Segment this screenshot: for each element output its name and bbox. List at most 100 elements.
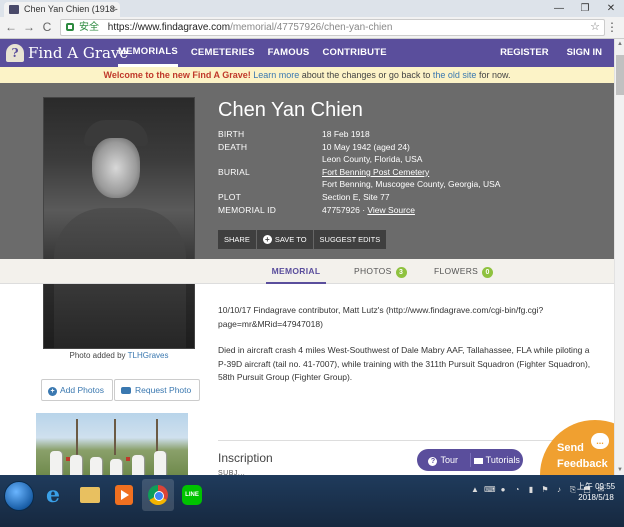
line-taskbar-icon[interactable]: LINE <box>176 479 208 511</box>
sign-in-link[interactable]: SIGN IN <box>567 39 602 67</box>
inscription-heading: Inscription <box>218 451 273 465</box>
banner-mid-text: about the changes or go back to <box>301 70 431 80</box>
nav-memorials[interactable]: MEMORIALS <box>118 39 178 67</box>
browser-menu-icon[interactable]: ⋮ <box>606 20 618 34</box>
banner-welcome: Welcome to the new Find A Grave! <box>103 70 251 80</box>
photo-caption-prefix: Photo added by <box>69 351 126 360</box>
line-icon: LINE <box>182 485 202 505</box>
cemetery-photo[interactable] <box>36 413 188 475</box>
keyboard-icon[interactable]: ⌨ <box>484 485 496 495</box>
reload-icon[interactable]: C <box>40 20 54 34</box>
tour-label: Tour <box>440 455 458 465</box>
flag-icon[interactable]: ⚑ <box>540 485 550 495</box>
volume-icon[interactable]: ♪ <box>554 485 564 495</box>
chrome-taskbar-icon[interactable] <box>142 479 174 511</box>
chat-bubble-icon: ... <box>591 433 609 449</box>
browser-tab[interactable]: Chen Yan Chien (1918- × <box>4 2 120 17</box>
fact-row: DEATH 10 May 1942 (aged 24) <box>218 141 500 154</box>
media-player-taskbar-icon[interactable] <box>108 479 140 511</box>
fact-value: 10 May 1942 (aged 24) <box>322 141 410 152</box>
play-icon <box>115 485 133 505</box>
nav-contribute[interactable]: CONTRIBUTE <box>322 39 386 67</box>
headstone <box>70 455 82 475</box>
tutorials-button[interactable]: Tutorials <box>471 449 524 471</box>
plus-circle-icon: + <box>262 235 272 244</box>
suggest-edits-button[interactable]: SUGGEST EDITS <box>314 230 387 249</box>
memorial-name: Chen Yan Chien <box>218 99 363 121</box>
tour-button[interactable]: ? Tour <box>417 449 470 471</box>
fact-row: Fort Benning, Muscogee County, Georgia, … <box>218 178 500 191</box>
tab-photos-label: PHOTOS <box>354 266 392 276</box>
register-link[interactable]: REGISTER <box>500 39 549 67</box>
url-input[interactable]: 安全 https://www.findagrave.com/memorial/4… <box>60 19 605 36</box>
ie-taskbar-icon[interactable]: e <box>40 479 72 511</box>
fact-label <box>218 153 322 166</box>
request-photo-button[interactable]: Request Photo <box>114 379 201 401</box>
fact-value: Fort Benning, Muscogee County, Georgia, … <box>322 179 501 190</box>
ie-icon: e <box>46 482 60 508</box>
battery-icon[interactable]: ▮ <box>526 485 536 495</box>
window-controls: — ❐ ✕ <box>546 0 624 17</box>
nav-cemeteries[interactable]: CEMETERIES <box>191 39 255 67</box>
minimize-button[interactable]: — <box>546 0 572 17</box>
scroll-down-icon[interactable]: ▼ <box>615 465 624 475</box>
bookmark-star-icon[interactable]: ☆ <box>590 20 600 35</box>
fact-label: BURIAL <box>218 166 250 177</box>
maximize-button[interactable]: ❐ <box>572 0 598 17</box>
url-path: /memorial/47757926/chen-yan-chien <box>230 22 393 33</box>
address-bar-row: ← → C 安全 https://www.findagrave.com/memo… <box>0 17 624 39</box>
start-button[interactable] <box>4 481 34 511</box>
tab-memorial[interactable]: MEMORIAL <box>266 259 326 284</box>
fact-label: BIRTH <box>218 129 245 139</box>
save-to-label: SAVE TO <box>274 235 307 244</box>
old-site-link[interactable]: the old site <box>433 70 477 80</box>
tab-photos[interactable]: PHOTOS 3 <box>354 259 407 284</box>
fact-value: 18 Feb 1918 <box>322 129 370 139</box>
lock-icon <box>66 23 74 31</box>
help-pill: ? Tour Tutorials <box>417 449 523 471</box>
tab-title: Chen Yan Chien (1918- <box>24 4 118 14</box>
explorer-taskbar-icon[interactable] <box>74 479 106 511</box>
learn-more-link[interactable]: Learn more <box>253 70 299 80</box>
page-scrollbar[interactable]: ▲ ▼ <box>614 39 624 475</box>
findagrave-logo[interactable]: ? Find A Grave <box>6 43 128 63</box>
tab-close-icon[interactable]: × <box>111 2 116 17</box>
scrollbar-thumb[interactable] <box>616 55 624 95</box>
memorial-tabs: MEMORIAL PHOTOS 3 FLOWERS 0 <box>0 259 614 284</box>
add-photos-button[interactable]: + Add Photos <box>41 379 113 401</box>
memorial-id-value: 47757926 <box>322 204 360 215</box>
memorial-id-label: MEMORIAL ID <box>218 204 277 215</box>
cemetery-link[interactable]: Fort Benning Post Cemetery <box>322 167 429 177</box>
tray-app-icon[interactable]: ● <box>498 485 508 495</box>
fact-label: PLOT <box>218 191 242 202</box>
tray-app-icon[interactable]: ◔ <box>512 485 522 495</box>
fact-label: DEATH <box>218 141 248 152</box>
system-clock[interactable]: 上午 09:55 2018/5/18 <box>572 481 620 503</box>
section-divider <box>218 440 594 441</box>
memorial-portrait-photo[interactable] <box>43 97 195 349</box>
windows-taskbar: e LINE ▲ ⌨ ● ◔ ▮ ⚑ ♪ ⎘ ⬒ ✉ 上午 09:55 2018… <box>0 475 624 527</box>
close-window-button[interactable]: ✕ <box>598 0 624 17</box>
fact-row: PLOT Section E, Site 77 <box>218 191 500 204</box>
photos-count-badge: 3 <box>395 267 407 278</box>
fact-value: Leon County, Florida, USA <box>322 154 423 165</box>
tray-expand-icon[interactable]: ▲ <box>470 485 480 495</box>
scroll-up-icon[interactable]: ▲ <box>615 39 624 49</box>
forward-icon[interactable]: → <box>22 20 36 34</box>
camera-icon <box>121 387 131 395</box>
save-to-button[interactable]: + SAVE TO <box>257 230 314 249</box>
plus-circle-icon: + <box>48 387 57 396</box>
back-icon[interactable]: ← <box>4 20 18 34</box>
fact-row: BURIAL Fort Benning Post Cemetery <box>218 166 500 179</box>
findagrave-favicon <box>9 5 19 14</box>
clock-date: 2018/5/18 <box>578 493 614 502</box>
fact-value: Section E, Site 77 <box>322 191 390 202</box>
nav-famous[interactable]: FAMOUS <box>268 39 310 67</box>
view-source-link[interactable]: View Source <box>367 205 415 215</box>
tutorials-label: Tutorials <box>485 455 520 465</box>
tab-flowers[interactable]: FLOWERS 0 <box>434 259 494 284</box>
fact-label <box>218 178 322 191</box>
photo-contributor-link[interactable]: TLHGraves <box>128 351 169 360</box>
share-button[interactable]: SHARE <box>218 230 257 249</box>
headstone <box>154 451 166 475</box>
